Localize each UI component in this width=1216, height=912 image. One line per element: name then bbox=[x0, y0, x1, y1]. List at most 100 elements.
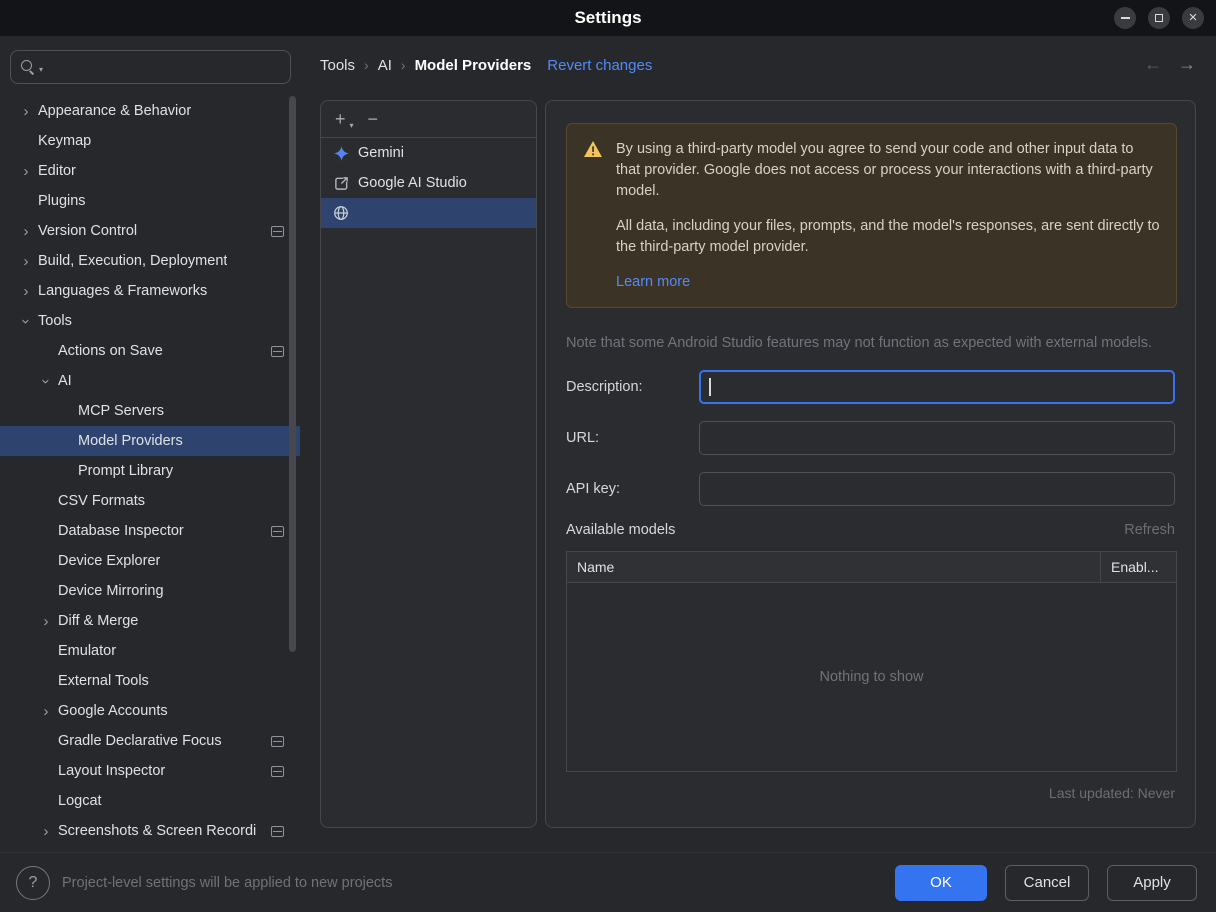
sidebar-item-model-providers[interactable]: ›Model Providers bbox=[0, 426, 300, 456]
provider-item-google-ai-studio[interactable]: Google AI Studio bbox=[321, 168, 536, 198]
chevron-right-icon[interactable]: › bbox=[34, 613, 58, 630]
sidebar-item-version-control[interactable]: ›Version Control bbox=[0, 216, 300, 246]
learn-more-link[interactable]: Learn more bbox=[616, 272, 690, 293]
description-input[interactable] bbox=[699, 370, 1175, 404]
project-level-icon bbox=[271, 226, 284, 237]
sidebar-item-label: Layout Inspector bbox=[58, 763, 165, 779]
provider-item-gemini[interactable]: Gemini bbox=[321, 138, 536, 168]
forward-arrow-icon[interactable]: → bbox=[1178, 54, 1196, 75]
sidebar-item-label: Version Control bbox=[38, 223, 137, 239]
add-provider-button[interactable]: + ▾ bbox=[335, 110, 346, 128]
ok-button[interactable]: OK bbox=[895, 865, 987, 901]
sidebar-item-device-mirroring[interactable]: ›Device Mirroring bbox=[0, 576, 300, 606]
google-ai-studio-icon bbox=[333, 175, 349, 191]
minus-icon: − bbox=[368, 109, 379, 129]
chevron-right-icon[interactable]: › bbox=[14, 253, 38, 270]
sidebar-item-appearance-behavior[interactable]: ›Appearance & Behavior bbox=[0, 96, 300, 126]
sidebar-item-label: Screenshots & Screen Recordi bbox=[58, 823, 256, 839]
chevron-down-icon[interactable]: › bbox=[18, 309, 35, 333]
breadcrumb-separator: › bbox=[401, 57, 406, 73]
sidebar-item-database-inspector[interactable]: ›Database Inspector bbox=[0, 516, 300, 546]
breadcrumb-item-model-providers[interactable]: Model Providers bbox=[415, 57, 532, 74]
search-options-caret-icon[interactable]: ▾ bbox=[39, 65, 43, 74]
sidebar-item-label: Keymap bbox=[38, 133, 91, 149]
sidebar-item-logcat[interactable]: ›Logcat bbox=[0, 786, 300, 816]
providers-toolbar: + ▾ − bbox=[321, 101, 536, 138]
maximize-icon bbox=[1155, 14, 1163, 22]
chevron-right-icon[interactable]: › bbox=[14, 283, 38, 300]
sidebar-item-screenshots-screen-recordi[interactable]: ›Screenshots & Screen Recordi bbox=[0, 816, 300, 846]
cancel-button[interactable]: Cancel bbox=[1005, 865, 1089, 901]
field-row-description: Description: bbox=[566, 369, 1175, 405]
sidebar-item-label: Device Mirroring bbox=[58, 583, 164, 599]
search-icon bbox=[21, 60, 36, 75]
help-button[interactable]: ? bbox=[16, 866, 50, 900]
globe-icon bbox=[333, 205, 349, 221]
column-header-name[interactable]: Name bbox=[567, 552, 1100, 582]
sidebar-item-label: Database Inspector bbox=[58, 523, 184, 539]
field-row-api-key: API key: bbox=[566, 471, 1175, 507]
provider-item-new[interactable] bbox=[321, 198, 536, 228]
sidebar-item-prompt-library[interactable]: ›Prompt Library bbox=[0, 456, 300, 486]
close-button[interactable]: × bbox=[1182, 7, 1204, 29]
sidebar-item-external-tools[interactable]: ›External Tools bbox=[0, 666, 300, 696]
sidebar-item-mcp-servers[interactable]: ›MCP Servers bbox=[0, 396, 300, 426]
sidebar-item-layout-inspector[interactable]: ›Layout Inspector bbox=[0, 756, 300, 786]
external-models-note: Note that some Android Studio features m… bbox=[566, 335, 1175, 351]
warning-paragraph-1: By using a third-party model you agree t… bbox=[616, 139, 1160, 202]
api-key-input[interactable] bbox=[699, 472, 1175, 506]
sidebar-item-keymap[interactable]: ›Keymap bbox=[0, 126, 300, 156]
search-input[interactable]: ▾ bbox=[10, 50, 291, 84]
sidebar-item-label: Editor bbox=[38, 163, 76, 179]
sidebar-item-label: External Tools bbox=[58, 673, 149, 689]
apply-button[interactable]: Apply bbox=[1107, 865, 1197, 901]
chevron-right-icon[interactable]: › bbox=[14, 163, 38, 180]
sidebar-item-build-execution-deployment[interactable]: ›Build, Execution, Deployment bbox=[0, 246, 300, 276]
sidebar-item-languages-frameworks[interactable]: ›Languages & Frameworks bbox=[0, 276, 300, 306]
titlebar: Settings × bbox=[0, 0, 1216, 36]
sidebar-item-actions-on-save[interactable]: ›Actions on Save bbox=[0, 336, 300, 366]
breadcrumb-item-ai[interactable]: AI bbox=[378, 57, 392, 74]
sidebar-item-label: CSV Formats bbox=[58, 493, 145, 509]
models-table: Name Enabl... Nothing to show bbox=[566, 551, 1177, 772]
back-arrow-icon[interactable]: ← bbox=[1144, 54, 1162, 75]
sidebar-item-diff-merge[interactable]: ›Diff & Merge bbox=[0, 606, 300, 636]
add-dropdown-caret-icon: ▾ bbox=[350, 122, 354, 130]
sidebar-item-ai[interactable]: ›AI bbox=[0, 366, 300, 396]
gemini-icon bbox=[333, 145, 349, 161]
breadcrumb-separator: › bbox=[364, 57, 369, 73]
refresh-button[interactable]: Refresh bbox=[1124, 522, 1175, 538]
field-row-url: URL: bbox=[566, 420, 1175, 456]
chevron-right-icon[interactable]: › bbox=[34, 703, 58, 720]
sidebar-item-label: Logcat bbox=[58, 793, 102, 809]
chevron-right-icon[interactable]: › bbox=[14, 223, 38, 240]
breadcrumb: Tools › AI › Model Providers bbox=[320, 57, 531, 74]
sidebar-item-emulator[interactable]: ›Emulator bbox=[0, 636, 300, 666]
remove-provider-button[interactable]: − bbox=[368, 110, 379, 128]
sidebar-item-label: Google Accounts bbox=[58, 703, 168, 719]
close-icon: × bbox=[1189, 10, 1198, 25]
minimize-button[interactable] bbox=[1114, 7, 1136, 29]
column-header-enabled[interactable]: Enabl... bbox=[1100, 552, 1176, 582]
sidebar-item-plugins[interactable]: ›Plugins bbox=[0, 186, 300, 216]
sidebar-item-csv-formats[interactable]: ›CSV Formats bbox=[0, 486, 300, 516]
sidebar-item-label: MCP Servers bbox=[78, 403, 164, 419]
sidebar-item-google-accounts[interactable]: ›Google Accounts bbox=[0, 696, 300, 726]
sidebar-item-label: Languages & Frameworks bbox=[38, 283, 207, 299]
chevron-right-icon[interactable]: › bbox=[34, 823, 58, 840]
text-cursor bbox=[709, 378, 711, 396]
revert-changes-link[interactable]: Revert changes bbox=[547, 57, 652, 74]
sidebar-item-editor[interactable]: ›Editor bbox=[0, 156, 300, 186]
sidebar-item-tools[interactable]: ›Tools bbox=[0, 306, 300, 336]
sidebar-item-device-explorer[interactable]: ›Device Explorer bbox=[0, 546, 300, 576]
chevron-down-icon[interactable]: › bbox=[38, 369, 55, 393]
chevron-right-icon[interactable]: › bbox=[14, 103, 38, 120]
maximize-button[interactable] bbox=[1148, 7, 1170, 29]
sidebar-scrollbar[interactable] bbox=[289, 96, 296, 652]
sidebar-item-gradle-declarative-focus[interactable]: ›Gradle Declarative Focus bbox=[0, 726, 300, 756]
warning-paragraph-2: All data, including your files, prompts,… bbox=[616, 216, 1160, 258]
breadcrumb-item-tools[interactable]: Tools bbox=[320, 57, 355, 74]
last-updated-label: Last updated: Never bbox=[566, 785, 1175, 801]
provider-list: GeminiGoogle AI Studio bbox=[321, 138, 536, 228]
url-input[interactable] bbox=[699, 421, 1175, 455]
